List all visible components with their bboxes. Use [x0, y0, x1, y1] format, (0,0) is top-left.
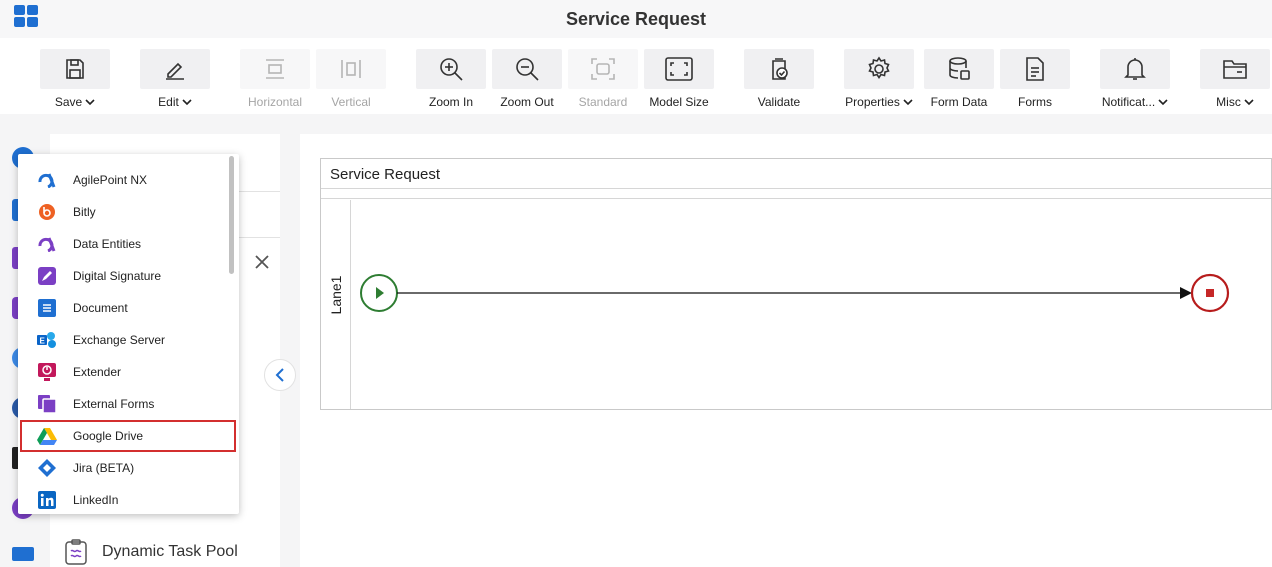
data-entities-icon: [38, 237, 56, 252]
zoom-in-label: Zoom In: [428, 95, 473, 109]
dropdown-item-label: Extender: [73, 365, 122, 379]
form-data-label: Form Data: [930, 95, 988, 109]
edit-button[interactable]: Edit: [140, 49, 210, 109]
process-canvas[interactable]: Service Request Lane1: [300, 134, 1272, 567]
vertical-label: Vertical: [331, 95, 371, 109]
chevron-left-icon: [275, 368, 284, 382]
dropdown-item-external-forms[interactable]: External Forms: [20, 388, 236, 420]
title-bar: Service Request: [0, 0, 1272, 38]
dropdown-item-label: Bitly: [73, 205, 96, 219]
save-label: Save: [54, 95, 83, 109]
model-size-label: Model Size: [649, 95, 709, 109]
horizontal-label: Horizontal: [247, 95, 303, 109]
external-forms-icon: [38, 395, 56, 413]
dynamic-task-pool-label: Dynamic Task Pool: [102, 543, 238, 560]
validate-button[interactable]: Validate: [744, 49, 814, 109]
dropdown-item-label: External Forms: [73, 397, 155, 411]
close-icon[interactable]: [255, 255, 269, 269]
standard-button[interactable]: Standard: [568, 49, 638, 109]
misc-label: Misc: [1216, 95, 1241, 109]
zoom-out-button[interactable]: Zoom Out: [492, 49, 562, 109]
notifications-label: Notificat...: [1101, 95, 1156, 109]
chevron-down-icon: [85, 98, 95, 105]
collapse-panel-button[interactable]: [264, 359, 296, 391]
properties-label: Properties: [845, 95, 900, 109]
validate-icon: [772, 58, 788, 80]
dropdown-item-data-entities[interactable]: Data Entities: [20, 228, 236, 260]
gear-icon: [868, 56, 890, 79]
bell-icon: [1124, 58, 1146, 80]
dynamic-task-pool-item[interactable]: Dynamic Task Pool: [62, 538, 238, 566]
chevron-down-icon: [182, 98, 192, 105]
forms-icon: [1026, 57, 1044, 81]
task-pool-icon: [65, 539, 87, 565]
svg-text:E: E: [40, 337, 46, 346]
chevron-down-icon: [903, 98, 913, 105]
zoom-in-icon: [440, 58, 463, 81]
standard-size-icon: [591, 58, 615, 80]
sap-icon[interactable]: [12, 547, 34, 561]
dropdown-item-extender[interactable]: Extender: [20, 356, 236, 388]
form-data-button[interactable]: Form Data: [924, 49, 994, 109]
dropdown-item-label: AgilePoint NX: [73, 173, 148, 187]
start-event[interactable]: [360, 274, 398, 312]
edit-label: Edit: [158, 95, 179, 109]
document-icon: [38, 299, 56, 317]
forms-button[interactable]: Forms: [1000, 49, 1070, 109]
dropdown-item-digital-signature[interactable]: Digital Signature: [20, 260, 236, 292]
save-icon: [66, 59, 84, 79]
folder-icon: [1223, 60, 1247, 79]
end-event[interactable]: [1190, 273, 1230, 313]
connector-dropdown[interactable]: AgilePoint NX Bitly Data Entities Digita…: [18, 154, 239, 514]
toolbar: Save Edit Horizontal Vertical Zoom In Zo…: [0, 38, 1272, 114]
extender-icon: [38, 363, 56, 381]
horizontal-layout-icon: [266, 59, 284, 79]
properties-button[interactable]: Properties: [844, 49, 914, 109]
notifications-button[interactable]: Notificat...: [1100, 49, 1170, 109]
save-button[interactable]: Save: [40, 49, 110, 109]
dropdown-item-label: Data Entities: [73, 237, 142, 251]
dropdown-item-label: Document: [73, 301, 128, 315]
dropdown-scrollbar[interactable]: [229, 156, 234, 274]
horizontal-button[interactable]: Horizontal: [240, 49, 310, 109]
google-drive-icon: [37, 428, 57, 445]
edit-pencil-icon: [166, 62, 184, 80]
bitly-icon: [39, 204, 55, 220]
page-title: Service Request: [565, 9, 707, 29]
dropdown-item-label: Digital Signature: [73, 269, 162, 283]
zoom-in-button[interactable]: Zoom In: [416, 49, 486, 109]
standard-label: Standard: [578, 95, 628, 109]
dropdown-item-document[interactable]: Document: [20, 292, 236, 324]
dropdown-item-agilepoint-nx[interactable]: AgilePoint NX: [20, 164, 236, 196]
exchange-server-icon: E: [37, 332, 56, 348]
sequence-flow-arrow[interactable]: [397, 287, 1192, 299]
dropdown-item-jira[interactable]: Jira (BETA): [20, 452, 236, 484]
zoom-out-icon: [516, 58, 539, 81]
zoom-out-label: Zoom Out: [500, 95, 554, 109]
misc-button[interactable]: Misc: [1200, 49, 1270, 109]
dropdown-item-google-drive[interactable]: Google Drive: [20, 420, 236, 452]
dropdown-item-label: Google Drive: [73, 429, 144, 443]
model-size-button[interactable]: Model Size: [644, 49, 714, 109]
dropdown-item-label: Jira (BETA): [73, 461, 135, 475]
digital-signature-icon: [38, 267, 56, 285]
process-flow: [360, 273, 1230, 313]
dropdown-item-label: LinkedIn: [73, 493, 119, 507]
dropdown-item-linkedin[interactable]: LinkedIn: [20, 484, 236, 514]
linkedin-icon: [38, 491, 56, 509]
dropdown-item-label: Exchange Server: [73, 333, 166, 347]
vertical-layout-icon: [341, 60, 361, 78]
dropdown-item-exchange-server[interactable]: E Exchange Server: [20, 324, 236, 356]
dropdown-item-bitly[interactable]: Bitly: [20, 196, 236, 228]
chevron-down-icon: [1244, 98, 1254, 105]
agilepoint-icon: [38, 173, 56, 188]
database-icon: [949, 57, 970, 80]
validate-label: Validate: [757, 95, 801, 109]
forms-label: Forms: [1018, 95, 1052, 109]
model-size-icon: [665, 57, 693, 81]
vertical-button[interactable]: Vertical: [316, 49, 386, 109]
jira-icon: [38, 459, 56, 477]
chevron-down-icon: [1158, 98, 1168, 105]
